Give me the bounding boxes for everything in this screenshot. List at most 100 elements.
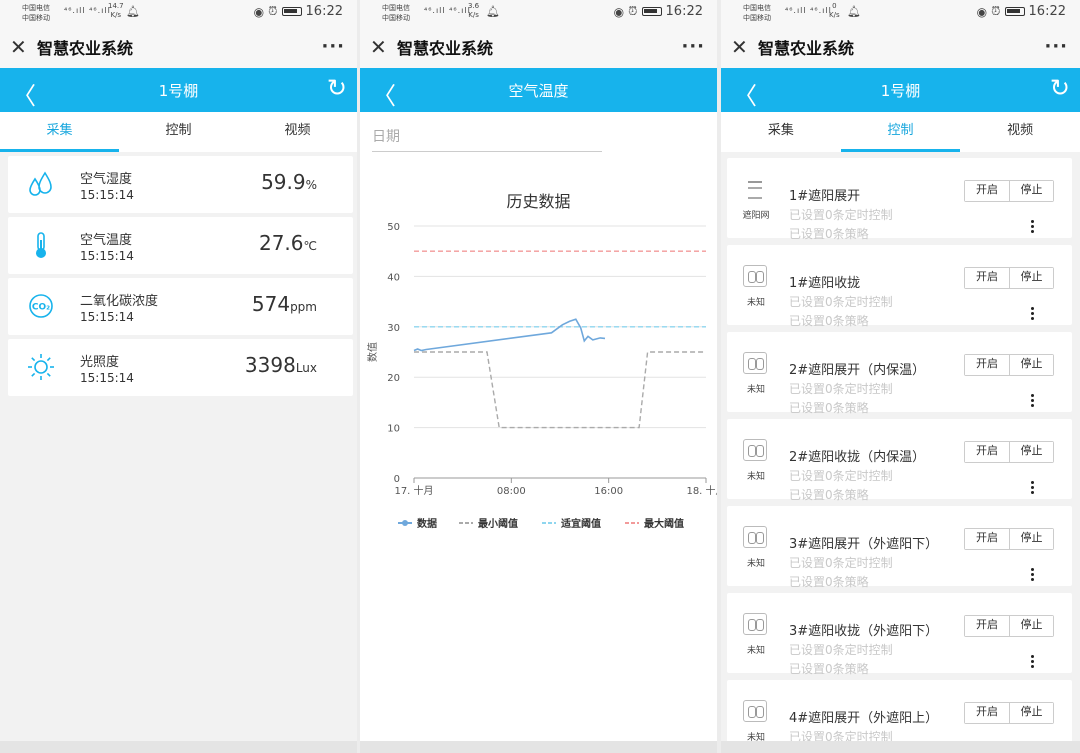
clock: 16:22	[1028, 4, 1066, 19]
more-icon[interactable]: ···	[681, 36, 705, 57]
sensor-unit: ℃	[303, 239, 317, 253]
more-vertical-icon[interactable]	[1031, 220, 1034, 235]
sensor-name: 二氧化碳浓度	[80, 294, 159, 309]
more-icon[interactable]: ···	[321, 36, 345, 57]
device-button-group: 开启 停止	[964, 702, 1054, 724]
sensor-unit: Lux	[295, 361, 317, 375]
sensor-card[interactable]: 空气湿度 15:15:14 59.9%	[8, 156, 353, 213]
device-card[interactable]: 未知 1#遮阳收拢 已设置0条定时控制 已设置0条策略 开启 停止	[727, 245, 1072, 328]
tab-video[interactable]: 视频	[960, 112, 1080, 152]
battery-icon	[281, 7, 302, 16]
more-icon[interactable]: ···	[1044, 36, 1068, 57]
refresh-icon[interactable]: ↻	[327, 74, 347, 102]
date-input[interactable]: 日期	[372, 126, 602, 152]
speed-value: 3.6	[468, 2, 480, 10]
notification-icon: 🔔︎	[126, 5, 140, 18]
open-button[interactable]: 开启	[965, 355, 1009, 375]
device-state: 未知	[746, 559, 765, 569]
sensor-card[interactable]: CO₂ 二氧化碳浓度 15:15:14 574ppm	[8, 278, 353, 335]
stop-button[interactable]: 停止	[1009, 181, 1053, 201]
close-icon[interactable]: ✕	[731, 35, 755, 59]
device-state: 未知	[746, 385, 765, 395]
app-title: 智慧农业系统	[758, 39, 855, 58]
open-button[interactable]: 开启	[965, 616, 1009, 636]
open-button[interactable]: 开启	[965, 442, 1009, 462]
device-state: 遮阳网	[742, 211, 770, 221]
y-tick-label: 40	[387, 272, 400, 283]
open-button[interactable]: 开启	[965, 703, 1009, 723]
device-timer-info: 已设置0条定时控制	[789, 382, 893, 396]
notification-icon: 🔔︎	[847, 5, 861, 18]
more-vertical-icon[interactable]	[1031, 655, 1034, 670]
device-name: 1#遮阳展开	[789, 189, 861, 204]
device-card[interactable]: 遮阳网 1#遮阳展开 已设置0条定时控制 已设置0条策略 开启 停止	[727, 158, 1072, 241]
alarm-icon: ⏰︎	[268, 4, 278, 18]
status-bar: 中国电信 中国移动 ⁴⁶.ıll ⁴⁶.ıll 3.6 K/s 🔔︎ ◉ ⏰︎ 16:2…	[360, 0, 717, 26]
device-policy-info: 已设置0条策略	[789, 314, 869, 328]
carrier-2: 中国移动	[382, 14, 410, 22]
nav-bar: 〈 空气温度	[360, 68, 717, 112]
more-vertical-icon[interactable]	[1031, 568, 1034, 583]
device-button-group: 开启 停止	[964, 180, 1054, 202]
status-bar: 中国电信 中国移动 ⁴⁶.ıll ⁴⁶.ıll 0 K/s 🔔︎ ◉ ⏰︎ 16:22	[721, 0, 1080, 26]
device-policy-info: 已设置0条策略	[789, 488, 869, 502]
more-vertical-icon[interactable]	[1031, 481, 1034, 496]
close-icon[interactable]: ✕	[370, 35, 394, 59]
battery-icon	[641, 7, 662, 16]
sensor-value: 59.9%	[261, 170, 317, 194]
legend-label: 最小阈值	[478, 517, 518, 530]
refresh-icon[interactable]: ↻	[1050, 74, 1070, 102]
device-card[interactable]: 未知 2#遮阳展开（内保温） 已设置0条定时控制 已设置0条策略 开启 停止	[727, 332, 1072, 415]
sensor-unit: ppm	[290, 300, 317, 314]
notification-icon: 🔔︎	[486, 5, 500, 18]
svg-text:CO₂: CO₂	[32, 303, 50, 313]
device-button-group: 开启 停止	[964, 267, 1054, 289]
thermometer-icon	[36, 232, 46, 258]
switch-icon	[743, 265, 767, 287]
history-chart: 0 10 20 30 40 50 17. 十月 08:00 16:00 18. 十月 数值数据 最小阈…	[366, 222, 717, 530]
tab-control[interactable]: 控制	[840, 112, 961, 152]
open-button[interactable]: 开启	[965, 181, 1009, 201]
sensor-card[interactable]: 空气温度 15:15:14 27.6℃	[8, 217, 353, 274]
tab-collect[interactable]: 采集	[0, 112, 119, 152]
stop-button[interactable]: 停止	[1009, 529, 1053, 549]
stop-button[interactable]: 停止	[1009, 703, 1053, 723]
stop-button[interactable]: 停止	[1009, 442, 1053, 462]
status-bar: 中国电信 中国移动 ⁴⁶.ıll ⁴⁶.ıll 14.7 K/s 🔔︎ ◉ ⏰︎ 16:…	[0, 0, 357, 26]
legend-label: 最大阈值	[644, 517, 684, 530]
signal-icon: ⁴⁶.ıll ⁴⁶.ıll	[424, 6, 471, 15]
stop-button[interactable]: 停止	[1009, 268, 1053, 288]
open-button[interactable]: 开启	[965, 529, 1009, 549]
tab-bar: 采集 控制 视频	[721, 112, 1080, 152]
net-speed: 0 K/s	[829, 2, 840, 20]
stop-button[interactable]: 停止	[1009, 355, 1053, 375]
sensor-card[interactable]: 光照度 15:15:14 3398Lux	[8, 339, 353, 396]
bottom-bar	[721, 741, 1080, 753]
device-name: 1#遮阳收拢	[789, 276, 861, 291]
tab-collect[interactable]: 采集	[721, 112, 841, 152]
device-card[interactable]: 未知 3#遮阳收拢（外遮阳下） 已设置0条定时控制 已设置0条策略 开启 停止	[727, 593, 1072, 676]
device-timer-info: 已设置0条定时控制	[789, 556, 893, 570]
sensor-name: 空气湿度	[80, 172, 133, 187]
device-policy-info: 已设置0条策略	[789, 575, 869, 589]
legend-label: 数据	[417, 517, 437, 530]
sensor-name: 光照度	[80, 355, 120, 370]
device-card[interactable]: 未知 3#遮阳展开（外遮阳下） 已设置0条定时控制 已设置0条策略 开启 停止	[727, 506, 1072, 589]
stop-button[interactable]: 停止	[1009, 616, 1053, 636]
tab-video[interactable]: 视频	[238, 112, 357, 152]
close-icon[interactable]: ✕	[10, 35, 34, 59]
humidity-icon	[29, 171, 52, 196]
more-vertical-icon[interactable]	[1031, 307, 1034, 322]
alarm-icon: ⏰︎	[628, 4, 638, 18]
device-timer-info: 已设置0条定时控制	[789, 469, 893, 483]
app-title: 智慧农业系统	[397, 39, 494, 58]
open-button[interactable]: 开启	[965, 268, 1009, 288]
device-state: 未知	[746, 472, 765, 482]
more-vertical-icon[interactable]	[1031, 394, 1034, 409]
device-card[interactable]: 未知 2#遮阳收拢（内保温） 已设置0条定时控制 已设置0条策略 开启 停止	[727, 419, 1072, 502]
y-tick-label: 50	[387, 222, 400, 233]
tab-bar: 采集 控制 视频	[0, 112, 357, 152]
tab-control[interactable]: 控制	[119, 112, 238, 152]
speed-unit: K/s	[468, 11, 479, 19]
device-name: 3#遮阳收拢（外遮阳下）	[789, 624, 939, 639]
